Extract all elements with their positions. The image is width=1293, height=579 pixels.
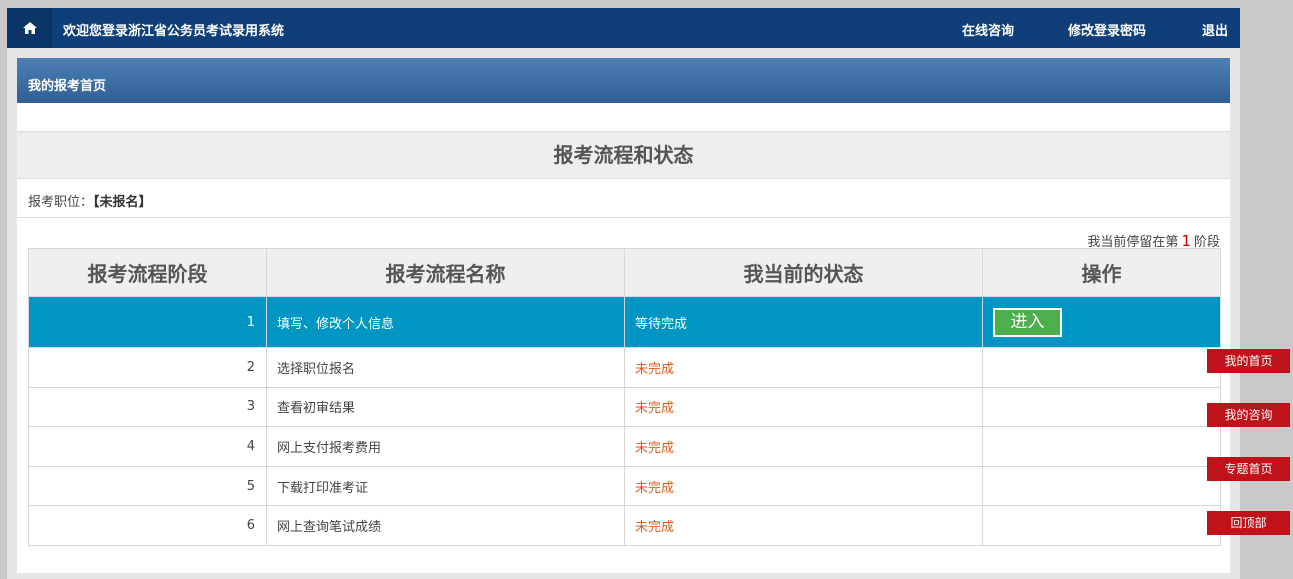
change-password-link[interactable]: 修改登录密码 — [1068, 20, 1146, 39]
applied-position-value: 【未报名】 — [93, 195, 152, 210]
stage-name: 查看初审结果 — [266, 386, 625, 428]
table-row: 4 网上支付报考费用 未完成 — [28, 426, 1221, 467]
stage-name: 下载打印准考证 — [266, 465, 625, 507]
divider — [17, 217, 1230, 218]
logout-link[interactable]: 退出 — [1202, 20, 1228, 39]
table-row: 3 查看初审结果 未完成 — [28, 386, 1221, 428]
float-back-to-top-button[interactable]: 回顶部 — [1207, 511, 1290, 535]
stage-status: 未完成 — [624, 386, 983, 428]
stage-number: 3 — [28, 386, 267, 428]
applied-position-label: 报考职位： — [28, 195, 94, 210]
table-row: 1 填写、修改个人信息 等待完成 进入 — [28, 296, 1221, 348]
stage-status: 未完成 — [624, 505, 983, 546]
process-table: 报考流程阶段 报考流程名称 我当前的状态 操作 1 填写、修改个人信息 等待完成… — [28, 248, 1221, 546]
action-cell: 进入 — [982, 296, 1221, 348]
online-consult-link[interactable]: 在线咨询 — [962, 20, 1014, 39]
action-cell — [982, 426, 1221, 467]
stage-status: 等待完成 — [624, 296, 983, 348]
applied-position: 报考职位：【未报名】 — [28, 191, 152, 210]
stage-name: 网上查询笔试成绩 — [266, 505, 625, 546]
header-action: 操作 — [982, 248, 1221, 297]
table-row: 5 下载打印准考证 未完成 — [28, 465, 1221, 507]
stage-number: 6 — [28, 505, 267, 546]
table-header-row: 报考流程阶段 报考流程名称 我当前的状态 操作 — [28, 248, 1221, 297]
table-row: 6 网上查询笔试成绩 未完成 — [28, 505, 1221, 546]
stage-status: 未完成 — [624, 426, 983, 467]
welcome-text: 欢迎您登录浙江省公务员考试录用系统 — [63, 24, 285, 39]
top-nav-bar: 欢迎您登录浙江省公务员考试录用系统 在线咨询 修改登录密码 退出 — [7, 8, 1240, 48]
table-row: 2 选择职位报名 未完成 — [28, 347, 1221, 388]
stage-status: 未完成 — [624, 465, 983, 507]
header-stage: 报考流程阶段 — [28, 248, 267, 297]
float-topic-home-button[interactable]: 专题首页 — [1207, 457, 1290, 481]
stage-status: 未完成 — [624, 347, 983, 388]
float-my-consult-button[interactable]: 我的咨询 — [1207, 403, 1290, 427]
home-icon — [22, 22, 37, 34]
stage-name: 填写、修改个人信息 — [266, 296, 625, 348]
enter-button[interactable]: 进入 — [993, 307, 1062, 337]
header-status: 我当前的状态 — [624, 248, 983, 297]
action-cell — [982, 347, 1221, 388]
section-title: 报考流程和状态 — [17, 131, 1230, 179]
stage-number: 1 — [28, 296, 267, 348]
stage-number: 5 — [28, 465, 267, 507]
action-cell — [982, 505, 1221, 546]
stage-number: 4 — [28, 426, 267, 467]
header-name: 报考流程名称 — [266, 248, 625, 297]
stage-name: 选择职位报名 — [266, 347, 625, 388]
home-button[interactable] — [7, 8, 52, 48]
float-my-home-button[interactable]: 我的首页 — [1207, 349, 1290, 373]
action-cell — [982, 465, 1221, 507]
action-cell — [982, 386, 1221, 428]
stage-number: 2 — [28, 347, 267, 388]
stage-name: 网上支付报考费用 — [266, 426, 625, 467]
panel-title: 我的报考首页 — [17, 58, 1230, 103]
